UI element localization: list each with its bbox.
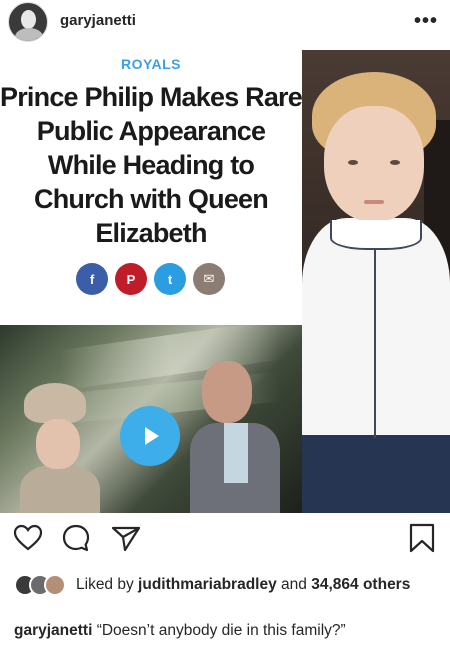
avatar-face [21, 10, 36, 29]
mail-icon: ✉ [193, 263, 225, 295]
prince-figure [190, 361, 280, 513]
post-username[interactable]: garyjanetti [60, 12, 136, 29]
article-share-row: f P t ✉ [76, 263, 225, 295]
eye [348, 160, 358, 165]
queen-figure [20, 383, 100, 513]
placket [374, 248, 376, 438]
video-thumbnail [0, 325, 302, 513]
save-icon[interactable] [406, 522, 438, 554]
mouth [364, 200, 384, 204]
caption: garyjanetti “Doesn’t anybody die in this… [14, 622, 444, 640]
liker-username[interactable]: judithmariabradley [138, 576, 277, 593]
play-icon [120, 406, 180, 466]
collar [330, 220, 422, 250]
play-triangle [145, 427, 159, 445]
likes-row: Liked by judithmariabradley and 34,864 o… [0, 570, 450, 614]
likes-middle: and [281, 576, 307, 593]
article-category: ROYALS [120, 56, 182, 72]
boy-photo [302, 50, 450, 513]
face [324, 106, 424, 222]
coat [20, 465, 100, 513]
liker-avatars[interactable] [14, 574, 72, 598]
likes-prefix: Liked by [76, 576, 134, 593]
pinterest-icon: P [115, 263, 147, 295]
face [36, 419, 80, 469]
comment-svg [62, 524, 90, 552]
facebook-icon: f [76, 263, 108, 295]
save-svg [409, 523, 435, 553]
shorts [302, 435, 450, 513]
likes-text: Liked by judithmariabradley and 34,864 o… [76, 574, 436, 595]
liker-avatar [44, 574, 66, 596]
caption-text: “Doesn’t anybody die in this family?” [96, 622, 346, 639]
profile-avatar[interactable] [8, 2, 48, 42]
shirt [224, 423, 248, 483]
comment-icon[interactable] [60, 522, 92, 554]
action-bar [0, 522, 450, 562]
share-icon[interactable] [110, 522, 142, 554]
article-card: ROYALS Prince Philip Makes Rare Public A… [0, 50, 303, 325]
likes-suffix[interactable]: others [363, 576, 410, 593]
avatar-body [15, 28, 43, 41]
twitter-icon: t [154, 263, 186, 295]
heart-icon[interactable] [12, 522, 44, 554]
heart-svg [13, 524, 43, 551]
head [202, 361, 252, 423]
caption-username[interactable]: garyjanetti [14, 622, 92, 639]
article-headline: Prince Philip Makes Rare Public Appearan… [0, 82, 303, 248]
share-svg [111, 526, 141, 552]
hat [24, 383, 86, 423]
more-options-icon[interactable]: ••• [414, 10, 438, 33]
post-image[interactable]: ROYALS Prince Philip Makes Rare Public A… [0, 50, 450, 513]
eye [390, 160, 400, 165]
shirt [302, 218, 450, 438]
post-header: garyjanetti ••• [0, 0, 450, 48]
likes-count[interactable]: 34,864 [311, 576, 358, 593]
